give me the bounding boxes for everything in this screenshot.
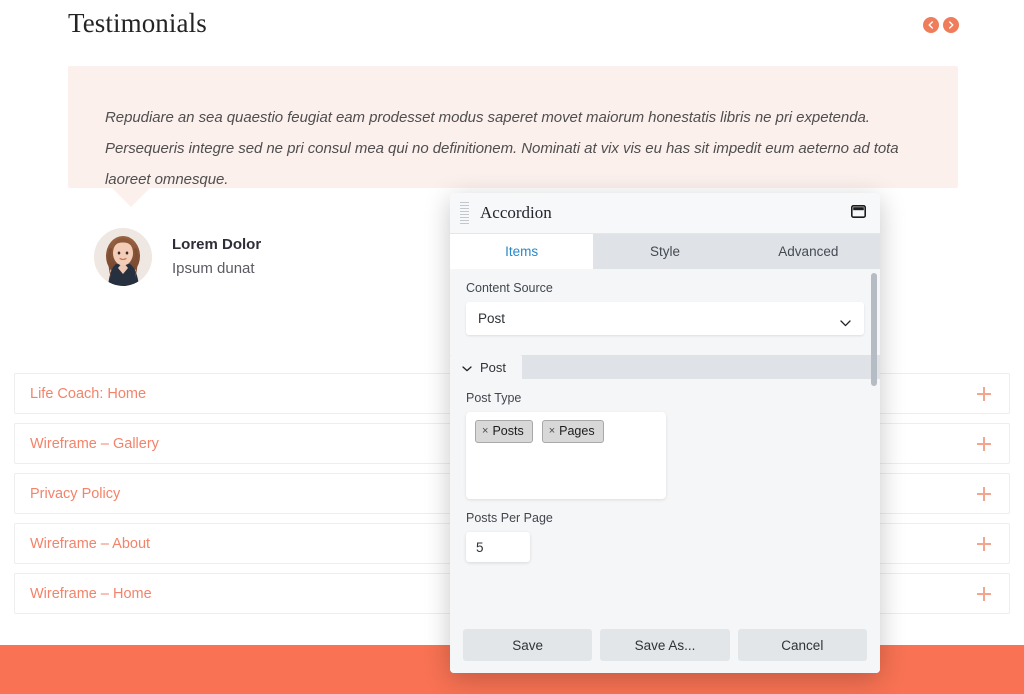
remove-tag-icon[interactable]: × (549, 425, 555, 437)
post-type-tag-row: × Posts × Pages (475, 420, 657, 443)
testimonial-nav (923, 17, 959, 33)
avatar-photo-icon (94, 228, 152, 286)
testimonial-bubble: Repudiare an sea quaestio feugiat eam pr… (68, 66, 958, 188)
page-header: Testimonials (0, 0, 1024, 54)
plus-icon[interactable] (977, 387, 991, 401)
window-glyph-icon (851, 205, 866, 218)
chevron-down-icon (462, 360, 472, 375)
testimonial-author: Lorem Dolor Ipsum dunat (94, 228, 261, 286)
posts-per-page-label: Posts Per Page (466, 499, 864, 532)
tag-label: Posts (492, 424, 523, 438)
author-name: Lorem Dolor (172, 234, 261, 256)
save-button[interactable]: Save (463, 629, 592, 661)
dialog-header: Accordion (450, 193, 880, 234)
plus-icon[interactable] (977, 487, 991, 501)
posts-per-page-field: Posts Per Page (450, 499, 880, 562)
dialog-footer: Save Save As... Cancel (450, 617, 880, 673)
accordion-item-label: Wireframe – About (30, 536, 150, 552)
remove-tag-icon[interactable]: × (482, 425, 488, 437)
page-root: Testimonials Repudiare an sea quaestio f… (0, 0, 1024, 694)
testimonial-quote: Repudiare an sea quaestio feugiat eam pr… (105, 102, 905, 195)
prev-arrow-button[interactable] (923, 17, 939, 33)
post-type-field: Post Type × Posts × Pages (450, 379, 880, 499)
avatar (94, 228, 152, 286)
page-title: Testimonials (68, 8, 207, 39)
chevron-right-icon (947, 21, 955, 29)
plus-icon[interactable] (977, 537, 991, 551)
drag-grip-icon[interactable] (460, 202, 469, 225)
accordion-item-label: Privacy Policy (30, 486, 120, 502)
bubble-tail (112, 188, 150, 207)
post-type-label: Post Type (466, 379, 864, 412)
content-source-select[interactable]: Post (466, 302, 864, 335)
chevron-down-icon (840, 314, 851, 332)
chevron-left-icon (927, 21, 935, 29)
accordion-item-label: Life Coach: Home (30, 386, 146, 402)
dialog-scrollbar[interactable] (871, 273, 877, 386)
tab-style[interactable]: Style (593, 234, 736, 269)
accordion-settings-dialog: Accordion Items Style Advanced Content S… (450, 193, 880, 673)
post-section-label: Post (480, 360, 506, 375)
posts-per-page-input[interactable] (466, 532, 530, 562)
accordion-item-label: Wireframe – Gallery (30, 436, 159, 452)
accordion-item-label: Wireframe – Home (30, 586, 152, 602)
plus-icon[interactable] (977, 437, 991, 451)
dialog-title: Accordion (480, 203, 552, 223)
author-role: Ipsum dunat (172, 257, 261, 281)
cancel-button[interactable]: Cancel (738, 629, 867, 661)
content-source-value: Post (478, 311, 505, 326)
save-as-button[interactable]: Save As... (600, 629, 729, 661)
tag-posts[interactable]: × Posts (475, 420, 533, 443)
post-section-tabrow: Post (450, 355, 880, 379)
next-arrow-button[interactable] (943, 17, 959, 33)
tab-advanced[interactable]: Advanced (737, 234, 880, 269)
content-source-label: Content Source (466, 269, 864, 302)
tab-items[interactable]: Items (450, 234, 593, 269)
tag-pages[interactable]: × Pages (542, 420, 604, 443)
dialog-body: Content Source Post (450, 269, 880, 617)
plus-icon[interactable] (977, 587, 991, 601)
post-type-tags-input[interactable]: × Posts × Pages (466, 412, 666, 499)
window-icon[interactable] (851, 205, 866, 223)
tag-label: Pages (559, 424, 594, 438)
content-source-field: Content Source Post (450, 269, 880, 335)
author-info: Lorem Dolor Ipsum dunat (172, 234, 261, 281)
dialog-tabs: Items Style Advanced (450, 234, 880, 269)
post-section-tab[interactable]: Post (450, 355, 522, 379)
